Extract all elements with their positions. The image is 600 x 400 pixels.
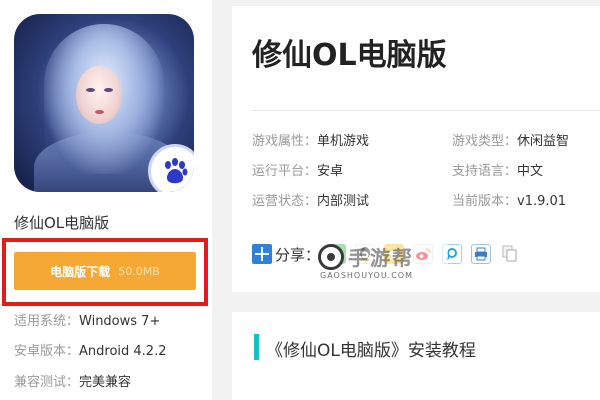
copy-icon[interactable] [500,244,520,264]
section-accent-bar [254,334,259,360]
character-lips [95,110,104,114]
share-plus-icon[interactable] [252,244,272,264]
download-label: 电脑版下载 [50,264,111,279]
info-value: 中文 [517,164,544,179]
info-value: 单机游戏 [317,134,370,149]
info-value: 休闲益智 [517,134,570,149]
watermark-cn: 手游帮 [348,246,414,270]
download-size: 50.0MB [118,264,160,278]
info-key: 游戏属性： [252,134,318,149]
spec-system: 适用系统：Windows 7+ [14,310,160,329]
share-label: 分享： [275,245,321,264]
spec-key: 兼容测试： [14,375,80,390]
print-icon[interactable] [471,244,492,264]
tutorial-section-card: 《修仙OL电脑版》安装教程 [232,312,600,400]
spec-key: 安卓版本： [14,344,80,359]
site-watermark: 手游帮 GAOSHOUYOU.COM [318,242,448,280]
info-key: 运营状态： [252,194,318,209]
app-icon[interactable] [14,14,194,192]
watermark-en: GAOSHOUYOU.COM [320,271,414,280]
character-face [76,66,122,124]
section-title: 《修仙OL电脑版》安装教程 [266,341,476,361]
app-name: 修仙OL电脑版 [14,214,110,232]
info-key: 当前版本： [452,194,518,209]
info-key: 游戏类型： [452,134,518,149]
info-value: v1.9.01 [517,194,567,209]
info-key: 支持语言： [452,164,518,179]
info-status: 运营状态：内部测试 [252,190,369,209]
pc-download-button[interactable]: 电脑版下载 50.0MB [14,252,196,290]
divider [252,110,600,111]
spec-compat: 兼容测试：完美兼容 [14,371,131,390]
page-title: 修仙OL电脑版 [252,38,447,73]
info-game-type: 游戏类型：休闲益智 [452,130,569,149]
spec-android: 安卓版本：Android 4.2.2 [14,340,167,359]
info-value: 安卓 [317,164,344,179]
info-version: 当前版本：v1.9.01 [452,190,566,209]
spec-value: Android 4.2.2 [79,344,167,359]
download-highlight-box: 电脑版下载 50.0MB [2,238,208,306]
spec-key: 适用系统： [14,314,80,329]
info-platform: 运行平台：安卓 [252,160,343,179]
baidu-paw-icon [148,144,194,192]
spec-value: Windows 7+ [79,314,161,329]
info-game-attr: 游戏属性：单机游戏 [252,130,369,149]
info-value: 内部测试 [317,194,370,209]
spec-value: 完美兼容 [79,375,132,390]
watermark-logo-icon [318,244,344,270]
info-key: 运行平台： [252,164,318,179]
app-sidebar-card: 修仙OL电脑版 电脑版下载 50.0MB 适用系统：Windows 7+ 安卓版… [0,0,212,400]
character-eye [104,88,113,92]
info-language: 支持语言：中文 [452,160,543,179]
character-eye [86,88,95,92]
